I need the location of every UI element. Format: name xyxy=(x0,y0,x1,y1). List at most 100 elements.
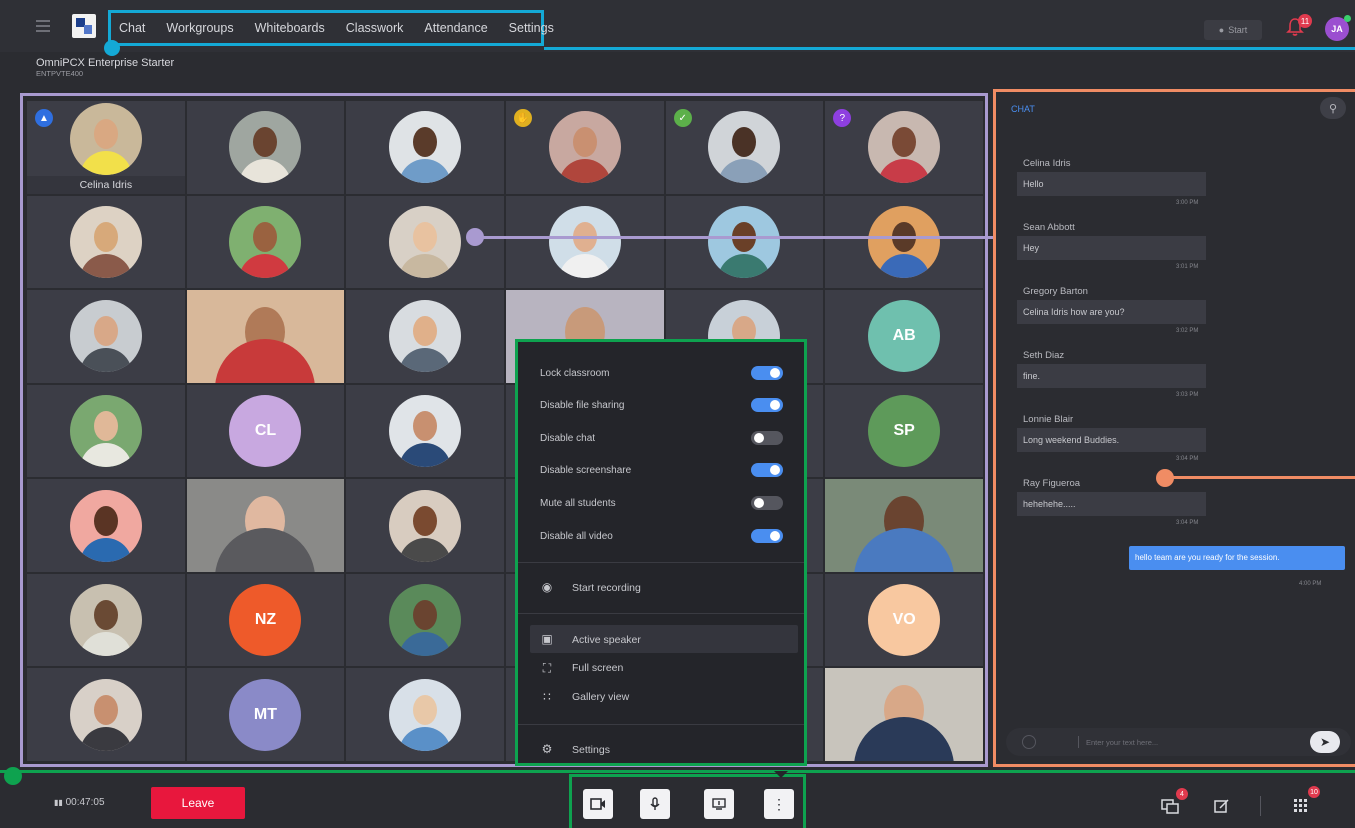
nav-classwork[interactable]: Classwork xyxy=(346,21,404,35)
nav-workgroups[interactable]: Workgroups xyxy=(166,21,233,35)
disable-file-sharing-toggle[interactable] xyxy=(751,398,783,412)
participant-photo xyxy=(389,300,462,373)
participant-tile[interactable]: VO xyxy=(825,573,983,667)
leave-button[interactable]: Leave xyxy=(151,787,245,819)
participant-gallery: ▲ Celina Idris ✋ ✓ ? AB CL SP NZ VO MT xyxy=(27,101,983,761)
participant-tile[interactable] xyxy=(825,195,983,289)
participant-tile[interactable]: CL xyxy=(186,384,345,478)
apps-grid-icon[interactable] xyxy=(1290,795,1312,817)
participant-tile[interactable] xyxy=(27,384,185,478)
participant-tile[interactable]: NZ xyxy=(186,573,345,667)
menu-divider xyxy=(518,613,804,614)
participant-tile[interactable]: ✋ xyxy=(506,101,664,194)
participant-video[interactable] xyxy=(186,479,345,572)
participant-tile[interactable]: ? xyxy=(825,101,983,194)
media-controls: ⋮ xyxy=(569,774,806,828)
lock-classroom-label: Lock classroom xyxy=(540,368,610,379)
participant-tile[interactable]: ▲ Celina Idris xyxy=(27,101,185,194)
participant-photo xyxy=(548,205,621,278)
participant-tile[interactable] xyxy=(346,573,504,667)
participant-tile[interactable]: AB xyxy=(825,290,983,383)
disable-screenshare-toggle[interactable] xyxy=(751,463,783,477)
settings-item[interactable]: Settings xyxy=(572,744,610,756)
raised-hand-icon: ✋ xyxy=(514,109,532,127)
signal-icon: ▮▮ xyxy=(54,798,63,807)
participant-tile[interactable]: SP xyxy=(825,384,983,478)
gear-icon: ⚙ xyxy=(541,742,553,756)
participant-tile[interactable] xyxy=(27,290,185,383)
participant-tile[interactable] xyxy=(346,101,504,194)
gallery-view-item[interactable]: Gallery view xyxy=(572,691,629,703)
annotation-dot-blue xyxy=(104,40,120,56)
input-divider xyxy=(1078,736,1079,748)
nav-chat[interactable]: Chat xyxy=(119,21,145,35)
active-speaker-item[interactable]: Active speaker xyxy=(572,634,641,646)
annotation-line-orange xyxy=(1170,476,1355,479)
participant-tile[interactable] xyxy=(27,668,185,761)
participant-tile[interactable] xyxy=(27,195,185,289)
participant-tile[interactable] xyxy=(27,573,185,667)
full-screen-item[interactable]: Full screen xyxy=(572,662,623,674)
menu-divider xyxy=(518,724,804,725)
camera-icon[interactable] xyxy=(583,789,613,819)
participant-tile[interactable] xyxy=(506,195,664,289)
nav-whiteboards[interactable]: Whiteboards xyxy=(255,21,325,35)
participant-tile[interactable] xyxy=(346,384,504,478)
broadcast-icon: ● xyxy=(1218,25,1225,35)
participant-tile[interactable] xyxy=(665,195,824,289)
nav-attendance[interactable]: Attendance xyxy=(424,21,487,35)
participant-initials: MT xyxy=(229,678,302,751)
clap-icon: ✓ xyxy=(673,109,692,127)
participant-photo xyxy=(69,205,142,278)
participant-initials: AB xyxy=(868,300,941,373)
participant-photo xyxy=(69,300,142,373)
participant-tile[interactable] xyxy=(346,290,504,383)
participant-tile[interactable] xyxy=(186,101,345,194)
chat-title: CHAT xyxy=(1011,104,1035,114)
classroom-header: OmniPCX Enterprise Starter ENTPVTE400 xyxy=(36,57,174,78)
send-icon[interactable]: ➤ xyxy=(1310,731,1340,753)
participant-tile[interactable] xyxy=(346,668,504,761)
participant-video-feed xyxy=(186,479,345,572)
participant-video[interactable] xyxy=(825,668,983,761)
menu-icon[interactable] xyxy=(36,20,50,32)
participant-tile[interactable]: ✓ xyxy=(665,101,824,194)
emoji-icon[interactable] xyxy=(1022,735,1036,749)
participant-video[interactable] xyxy=(186,290,345,383)
search-icon[interactable]: ⚲ xyxy=(1320,97,1346,119)
participant-tile[interactable] xyxy=(186,195,345,289)
chat-message-input[interactable] xyxy=(1086,734,1266,750)
message-sender: Ray Figueroa xyxy=(1023,478,1081,489)
participant-video[interactable] xyxy=(825,479,983,572)
message-time: 3:04 PM xyxy=(1176,456,1199,462)
classroom-code: ENTPVTE400 xyxy=(36,69,84,78)
disable-all-video-toggle[interactable] xyxy=(751,529,783,543)
toolbar-divider xyxy=(1260,796,1261,816)
message-bubble: fine. xyxy=(1017,364,1206,388)
more-options-icon[interactable]: ⋮ xyxy=(764,789,794,819)
participant-video-feed xyxy=(186,290,345,383)
gallery-view-icon: ∷ xyxy=(543,690,551,704)
participant-photo xyxy=(389,584,462,657)
edit-icon[interactable] xyxy=(1211,795,1233,817)
active-speaker-highlight xyxy=(530,625,798,653)
microphone-icon[interactable] xyxy=(640,789,670,819)
mute-all-students-toggle[interactable] xyxy=(751,496,783,510)
participant-tile[interactable]: MT xyxy=(186,668,345,761)
participant-initials: CL xyxy=(229,394,302,467)
disable-chat-toggle[interactable] xyxy=(751,431,783,445)
message-bubble: Long weekend Buddies. xyxy=(1017,428,1206,452)
participant-tile[interactable] xyxy=(346,479,504,572)
nav-settings[interactable]: Settings xyxy=(509,21,554,35)
apps-badge: 10 xyxy=(1308,786,1320,798)
screenshare-icon[interactable] xyxy=(704,789,734,819)
start-recording-item[interactable]: Start recording xyxy=(572,582,641,594)
lock-classroom-toggle[interactable] xyxy=(751,366,783,380)
participant-tile[interactable] xyxy=(27,479,185,572)
disable-screenshare-label: Disable screenshare xyxy=(540,465,632,476)
participant-photo xyxy=(389,205,462,278)
user-avatar[interactable]: JA xyxy=(1325,15,1351,41)
start-button[interactable]: ● Start xyxy=(1204,20,1262,40)
annotation-dot-orange xyxy=(1156,469,1174,487)
message-time: 3:02 PM xyxy=(1176,328,1199,334)
